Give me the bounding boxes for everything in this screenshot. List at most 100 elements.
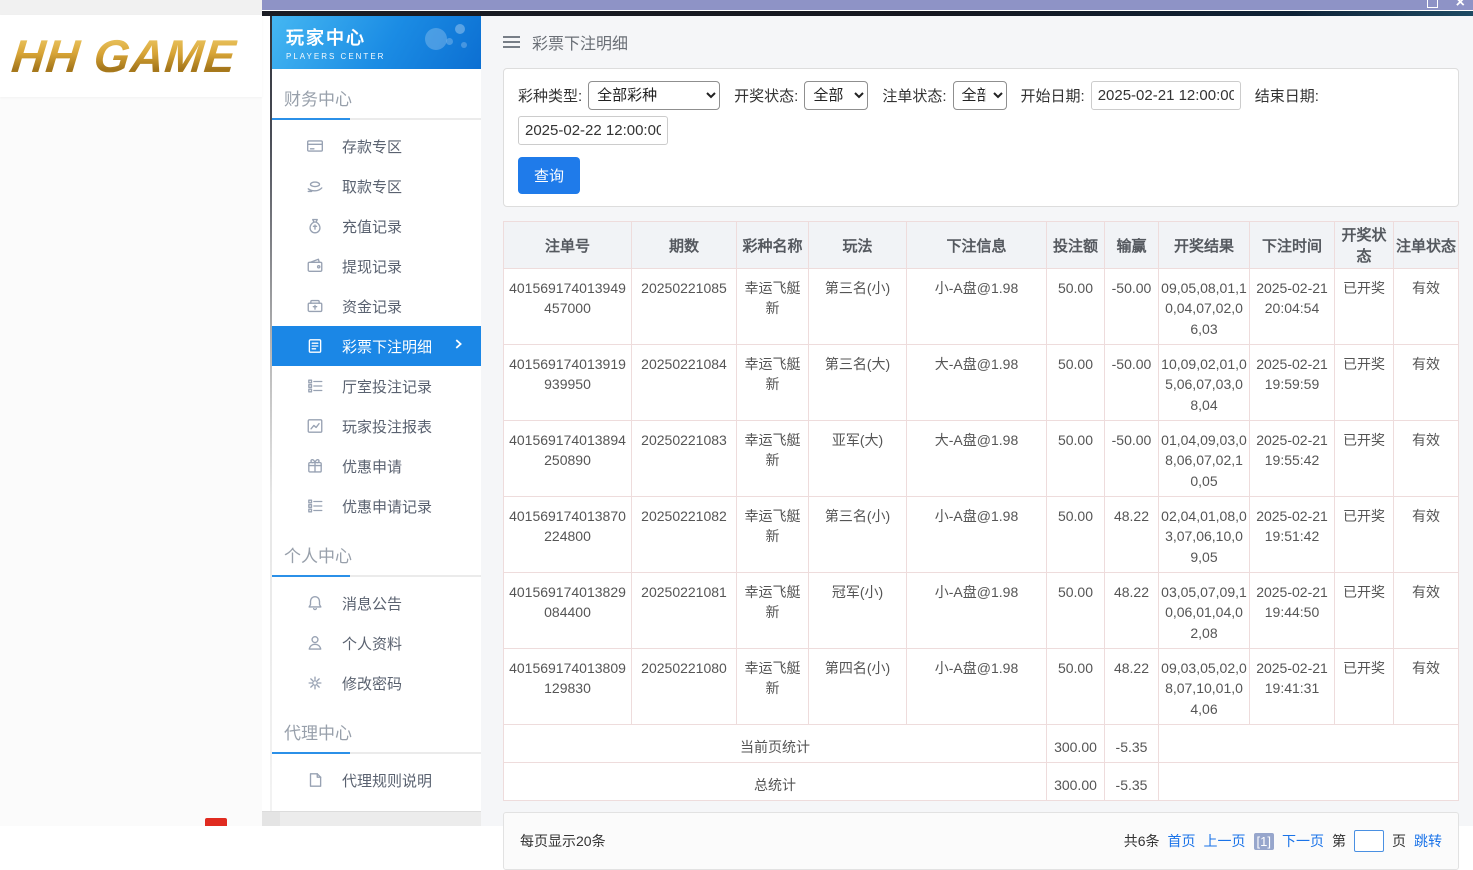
cell-bet-status: 有效 <box>1393 344 1459 421</box>
sidebar-header: 玩家中心 PLAYERS CENTER <box>272 16 481 69</box>
sidebar-item-label: 代理规则说明 <box>342 772 433 790</box>
cell-bet-info: 小-A盘@1.98 <box>906 648 1047 725</box>
sidebar-item-agent-rules[interactable]: 代理规则说明 <box>272 760 481 800</box>
cell-bet-info: 大-A盘@1.98 <box>906 344 1047 421</box>
column-header: 玩法 <box>808 221 907 269</box>
sidebar-item-withdraw-hand[interactable]: 取款专区 <box>272 166 481 206</box>
sidebar-item-recharge-record[interactable]: 充值记录 <box>272 206 481 246</box>
promo-apply-icon <box>306 457 324 475</box>
player-center-window: × 玩家中心 PLAYERS CENTER 财务中心存款专区取款专区充值记录提现… <box>262 0 1473 870</box>
page-top-strip <box>0 0 262 15</box>
sidebar-item-report-chart[interactable]: 玩家投注报表 <box>272 406 481 446</box>
sidebar-item-label: 优惠申请记录 <box>342 498 433 516</box>
column-header: 下注时间 <box>1249 221 1335 269</box>
draw-status-select[interactable]: 全部 <box>804 81 869 110</box>
cell-period: 20250221083 <box>631 420 737 497</box>
sidebar-item-label: 玩家投注报表 <box>342 418 433 436</box>
report-chart-icon <box>306 417 324 435</box>
cell-result: 10,09,02,01,05,06,07,03,08,04 <box>1158 344 1250 421</box>
cell-period: 20250221081 <box>631 572 737 649</box>
column-header: 注单状态 <box>1393 221 1459 269</box>
cell-play: 第三名(大) <box>808 344 907 421</box>
sidebar-item-label: 充值记录 <box>342 218 403 236</box>
column-header: 投注额 <box>1046 221 1105 269</box>
cell-period: 20250221082 <box>631 496 737 573</box>
sidebar: 玩家中心 PLAYERS CENTER 财务中心存款专区取款专区充值记录提现记录… <box>272 16 481 826</box>
cell-winloss: 48.22 <box>1104 572 1159 649</box>
sidebar-item-label: 取款专区 <box>342 178 403 196</box>
end-date-label: 结束日期: <box>1254 88 1319 105</box>
sidebar-item-deposit-card[interactable]: 存款专区 <box>272 126 481 166</box>
column-header: 开奖状态 <box>1334 221 1394 269</box>
cell-draw-status: 已开奖 <box>1334 344 1394 421</box>
cell-bet-status: 有效 <box>1393 648 1459 725</box>
cell-bet-time: 2025-02-21 20:04:54 <box>1249 268 1335 345</box>
cell-period: 20250221084 <box>631 344 737 421</box>
total-summary-row: 总统计 300.00 -5.35 <box>503 762 1459 801</box>
cell-play: 第三名(小) <box>808 268 907 345</box>
chevron-right-icon <box>451 337 467 353</box>
cell-result: 02,04,01,08,03,07,06,10,09,05 <box>1158 496 1250 573</box>
hamburger-icon[interactable] <box>503 36 520 48</box>
bet-status-select[interactable]: 全部 <box>952 81 1007 110</box>
start-date-label: 开始日期: <box>1020 88 1085 105</box>
pagination-bar: 每页显示20条 共6条 首页 上一页 [1] 下一页 第 页 跳转 <box>503 812 1459 870</box>
lottery-type-select[interactable]: 全部彩种 <box>588 81 721 110</box>
sidebar-section-title: 财务中心 <box>284 90 352 109</box>
cell-bet-status: 有效 <box>1393 572 1459 649</box>
sidebar-item-promo-records[interactable]: 优惠申请记录 <box>272 486 481 526</box>
end-date-input[interactable] <box>518 116 668 145</box>
filter-panel: 彩种类型: 全部彩种 开奖状态: 全部 注单状态: 全部 开始日期: 结束日期: <box>503 68 1459 207</box>
page-jump-input[interactable] <box>1354 830 1384 852</box>
jump-suffix-label: 页 <box>1392 833 1406 849</box>
sidebar-item-label: 彩票下注明细 <box>342 338 433 356</box>
query-button[interactable]: 查询 <box>518 157 581 194</box>
sidebar-item-funds-record[interactable]: 资金记录 <box>272 286 481 326</box>
cell-play: 第三名(小) <box>808 496 907 573</box>
prev-page-link[interactable]: 上一页 <box>1204 831 1246 851</box>
cell-bet-info: 小-A盘@1.98 <box>906 496 1047 573</box>
profile-person-icon <box>306 634 324 652</box>
sidebar-item-label: 资金记录 <box>342 298 403 316</box>
column-header: 开奖结果 <box>1158 221 1250 269</box>
sidebar-item-password-gear[interactable]: 修改密码 <box>272 663 481 703</box>
next-page-link[interactable]: 下一页 <box>1282 831 1324 851</box>
summary-label: 当前页统计 <box>503 724 1047 763</box>
section-divider <box>272 752 481 754</box>
draw-status-label: 开奖状态: <box>734 88 799 105</box>
cell-bet-info: 大-A盘@1.98 <box>906 420 1047 497</box>
cell-play: 冠军(小) <box>808 572 907 649</box>
maximize-icon[interactable] <box>1426 0 1438 8</box>
section-divider <box>272 575 481 577</box>
lottery-type-label: 彩种类型: <box>518 88 583 105</box>
cell-draw-status: 已开奖 <box>1334 268 1394 345</box>
cell-winloss: -50.00 <box>1104 344 1159 421</box>
sidebar-item-promo-apply[interactable]: 优惠申请 <box>272 446 481 486</box>
hall-records-icon <box>306 377 324 395</box>
cell-bet-time: 2025-02-21 19:41:31 <box>1249 648 1335 725</box>
recharge-record-icon <box>306 217 324 235</box>
sidebar-item-withdraw-record[interactable]: 提现记录 <box>272 246 481 286</box>
sidebar-item-announcement-bell[interactable]: 消息公告 <box>272 583 481 623</box>
sidebar-item-label: 提现记录 <box>342 258 403 276</box>
first-page-link[interactable]: 首页 <box>1168 831 1196 851</box>
page-size-text: 每页显示20条 <box>520 833 606 849</box>
sidebar-item-hall-records[interactable]: 厅室投注记录 <box>272 366 481 406</box>
sidebar-item-label: 个人资料 <box>342 635 403 653</box>
cell-amount: 50.00 <box>1046 420 1105 497</box>
agent-rules-icon <box>306 771 324 789</box>
hh-game-logo: HH GAME <box>9 30 239 82</box>
sidebar-item-bet-details[interactable]: 彩票下注明细 <box>272 326 481 366</box>
sidebar-item-profile-person[interactable]: 个人资料 <box>272 623 481 663</box>
jump-button[interactable]: 跳转 <box>1414 831 1442 851</box>
funds-record-icon <box>306 297 324 315</box>
cell-bet-time: 2025-02-21 19:44:50 <box>1249 572 1335 649</box>
table-row: 401569174013894250890 20250221083 幸运飞艇新 亚军(… <box>503 420 1459 497</box>
cell-order-no: 401569174013894250890 <box>503 420 632 497</box>
cell-lottery: 幸运飞艇新 <box>736 344 809 421</box>
jump-prefix-label: 第 <box>1332 833 1346 849</box>
start-date-input[interactable] <box>1090 81 1241 110</box>
close-icon[interactable]: × <box>1456 0 1465 10</box>
withdraw-hand-icon <box>306 177 324 195</box>
scrollbar-corner[interactable] <box>262 812 280 826</box>
